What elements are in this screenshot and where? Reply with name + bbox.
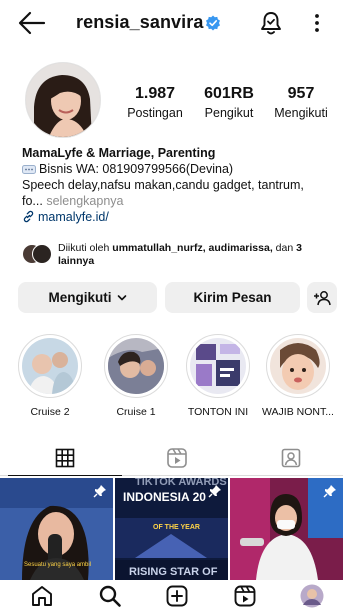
add-person-icon — [314, 290, 331, 305]
more-options-icon[interactable] — [310, 10, 324, 36]
profile-avatar[interactable] — [25, 62, 101, 138]
post-grid: Sesuatu yang saya ambil TIKTOK AWARDS IN… — [0, 478, 343, 580]
bio-line-whatsapp: Bisnis WA: 081909799566(Devina) — [22, 161, 332, 177]
highlight-item[interactable]: Cruise 1 — [100, 334, 172, 418]
stat-posts[interactable]: 1.987 Postingan — [120, 85, 190, 120]
followed-by-text: Diikuti oleh ummatullah_nurfz, audimaris… — [58, 242, 302, 267]
highlight-cover — [22, 338, 78, 394]
see-more-link[interactable]: selengkapnya — [46, 194, 123, 208]
tab-posts-grid[interactable] — [8, 440, 122, 476]
highlight-item[interactable]: WAJIB NONT... — [262, 334, 334, 418]
post-thumbnail[interactable] — [230, 478, 343, 580]
highlight-label: Cruise 1 — [116, 406, 156, 418]
profile-bio: MamaLyfe & Marriage, Parenting Bisnis WA… — [22, 145, 332, 225]
create-icon[interactable] — [165, 584, 189, 608]
bottom-navigation — [0, 582, 343, 610]
stat-followers[interactable]: 601RB Pengikut — [198, 85, 260, 120]
bio-name: MamaLyfe & Marriage, Parenting — [22, 146, 216, 160]
bio-line-truncated: fo... selengkapnya — [22, 194, 124, 208]
reels-nav-icon[interactable] — [233, 584, 257, 608]
profile-username: rensia_sanvira — [76, 12, 204, 32]
post-thumbnail[interactable]: Sesuatu yang saya ambil — [0, 478, 113, 580]
bio-website-link[interactable]: mamalyfe.id/ — [22, 209, 332, 225]
follower-avatar — [32, 244, 52, 264]
verified-badge-icon — [206, 15, 220, 31]
profile-tabs — [0, 440, 343, 476]
post-caption-mid: INDONESIA 20 — [123, 490, 206, 504]
followers-label: Pengikut — [204, 106, 254, 120]
pin-icon — [93, 485, 106, 498]
highlight-ring — [186, 334, 250, 398]
following-label: Mengikuti — [274, 106, 328, 120]
profile-avatar[interactable] — [300, 584, 324, 608]
tab-reels[interactable] — [120, 440, 234, 476]
link-icon — [23, 210, 34, 223]
chevron-down-icon — [117, 294, 126, 300]
highlight-item[interactable]: Cruise 2 — [14, 334, 86, 418]
grid-icon — [55, 448, 75, 467]
post-caption-award: OF THE YEAR — [153, 524, 200, 531]
posts-label: Postingan — [127, 106, 183, 120]
highlight-label: TONTON INI — [187, 406, 249, 418]
tagged-icon — [281, 448, 301, 468]
post-caption-bottom: RISING STAR OF — [129, 566, 218, 578]
speech-bubble-icon — [22, 164, 36, 174]
pin-icon — [323, 485, 336, 498]
highlight-cover — [190, 338, 246, 394]
profile-photo — [26, 63, 100, 137]
reels-icon — [167, 448, 187, 468]
highlight-cover — [270, 338, 326, 394]
follower-avatars — [22, 244, 52, 266]
post-caption: Sesuatu yang saya ambil — [24, 562, 92, 568]
send-message-button[interactable]: Kirim Pesan — [165, 282, 300, 313]
highlight-cover — [108, 338, 164, 394]
highlight-item[interactable]: TONTON INI — [182, 334, 254, 418]
tab-tagged[interactable] — [234, 440, 343, 476]
highlight-label: WAJIB NONT... — [262, 406, 334, 418]
search-icon[interactable] — [98, 584, 122, 608]
home-icon[interactable] — [30, 584, 54, 608]
highlight-label: Cruise 2 — [30, 406, 70, 418]
top-bar: rensia_sanvira — [0, 0, 343, 46]
notification-bell-icon[interactable] — [259, 10, 283, 36]
followed-by[interactable]: Diikuti oleh ummatullah_nurfz, audimaris… — [22, 242, 338, 272]
suggest-people-button[interactable] — [307, 282, 337, 313]
stat-following[interactable]: 957 Mengikuti — [266, 85, 336, 120]
post-thumbnail[interactable]: TIKTOK AWARDS INDONESIA 20 OF THE YEAR R… — [115, 478, 228, 580]
following-count: 957 — [287, 85, 315, 102]
highlight-ring — [104, 334, 168, 398]
followers-count: 601RB — [204, 85, 254, 102]
following-button[interactable]: Mengikuti — [18, 282, 157, 313]
highlight-ring — [266, 334, 330, 398]
highlight-ring — [18, 334, 82, 398]
pin-icon — [208, 485, 221, 498]
posts-count: 1.987 — [134, 85, 176, 102]
bio-line-topics: Speech delay,nafsu makan,candu gadget, t… — [22, 178, 304, 192]
back-arrow-icon[interactable] — [18, 10, 46, 36]
